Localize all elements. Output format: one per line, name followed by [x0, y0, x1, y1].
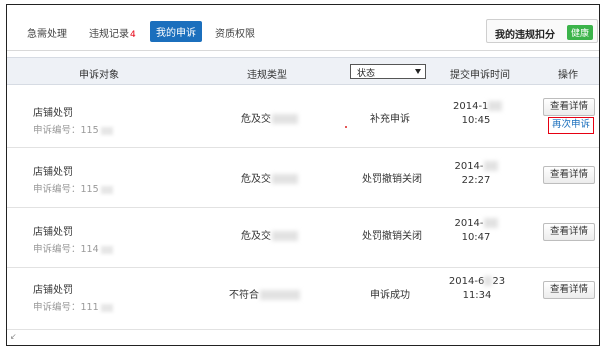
- reappeal-button[interactable]: 再次申诉: [548, 117, 594, 134]
- chevron-down-icon: [415, 69, 421, 74]
- header-object: 申诉对象: [79, 70, 119, 81]
- submit-clock: 22:27: [461, 175, 491, 186]
- violation-type-text: 危及交: [241, 231, 271, 242]
- appeal-number-text: 申诉编号：115: [33, 125, 99, 136]
- appeal-object: 店铺处罚 申诉编号：115: [33, 104, 113, 136]
- violation-type: 危及交: [241, 170, 298, 185]
- blurred-redaction: [488, 101, 503, 111]
- view-details-button[interactable]: 查看详情: [543, 166, 595, 184]
- appeal-number: 申诉编号：115: [33, 122, 113, 136]
- appeal-number: 申诉编号：114: [33, 241, 113, 255]
- blurred-redaction: [483, 161, 498, 171]
- header-time: 提交申诉时间: [450, 70, 510, 81]
- submit-time: 2014-6 23 11:34: [448, 276, 506, 301]
- violation-type: 不符合: [229, 286, 300, 301]
- blurred-redaction: [100, 126, 113, 135]
- appeal-object-title: 店铺处罚: [33, 285, 73, 296]
- appeal-object-title: 店铺处罚: [33, 167, 73, 178]
- blurred-redaction: [260, 290, 300, 300]
- blurred-redaction: [272, 114, 298, 124]
- appeal-object-title: 店铺处罚: [33, 108, 73, 119]
- submit-date: 2014-6 23: [448, 276, 506, 287]
- table-row: 店铺处罚 申诉编号：114 危及交 处罚撤销关闭 2014- 10:47 查看详…: [7, 208, 599, 268]
- appeal-object: 店铺处罚 申诉编号：111: [33, 281, 113, 313]
- status-filter-select[interactable]: 状态: [350, 64, 426, 79]
- appeal-status: 补充申诉: [370, 114, 410, 125]
- submit-date: 2014-: [453, 161, 499, 172]
- stray-dot: [345, 126, 347, 128]
- window-frame: 急需处理 违规记录4 我的申诉 资质权限 我的违规扣分 健康 申诉对象 违规类型…: [6, 4, 600, 346]
- blurred-redaction: [272, 231, 298, 241]
- appeal-number: 申诉编号：115: [33, 181, 113, 195]
- header-type: 违规类型: [247, 70, 287, 81]
- table-row: 店铺处罚 申诉编号：115 危及交 处罚撤销关闭 2014- 22:27 查看详…: [7, 148, 599, 208]
- blurred-redaction: [100, 303, 113, 312]
- status-filter-value: 状态: [357, 69, 376, 79]
- blurred-redaction: [483, 218, 498, 228]
- blurred-redaction: [100, 245, 113, 254]
- appeal-status: 处罚撤销关闭: [362, 231, 422, 242]
- submit-clock: 10:45: [461, 115, 491, 126]
- violation-type: 危及交: [241, 227, 298, 242]
- appeal-object: 店铺处罚 申诉编号：115: [33, 163, 113, 195]
- submit-date-text: 2014-: [454, 218, 484, 229]
- submit-time: 2014- 22:27: [453, 161, 499, 186]
- submit-clock: 10:47: [461, 232, 491, 243]
- tab-bar: 急需处理 违规记录4 我的申诉 资质权限 我的违规扣分 健康: [7, 5, 599, 51]
- corner-tick-mark: ↙: [10, 332, 17, 341]
- violation-type-text: 不符合: [229, 290, 259, 301]
- violation-score-box[interactable]: 我的违规扣分 健康: [486, 19, 598, 43]
- submit-time: 2014-1 10:45: [453, 101, 503, 126]
- tab-violation-records[interactable]: 违规记录4: [89, 25, 136, 40]
- view-details-button[interactable]: 查看详情: [543, 98, 595, 116]
- submit-date: 2014-1: [453, 101, 503, 112]
- table-row: 店铺处罚 申诉编号：115 危及交 补充申诉 2014-1 10:45 查看详情…: [7, 86, 599, 148]
- table-header: 申诉对象 违规类型 状态 提交申诉时间 操作: [7, 57, 599, 85]
- submit-date-text: 2014-: [454, 161, 484, 172]
- tab-qualifications[interactable]: 资质权限: [215, 25, 255, 40]
- appeal-number-text: 申诉编号：114: [33, 244, 99, 255]
- blurred-redaction: [100, 185, 113, 194]
- appeal-object: 店铺处罚 申诉编号：114: [33, 223, 113, 255]
- tab-violation-records-label: 违规记录: [89, 29, 129, 40]
- submit-date-text: 2014-1: [453, 101, 489, 112]
- appeal-number: 申诉编号：111: [33, 299, 113, 313]
- health-badge: 健康: [567, 25, 594, 40]
- tab-urgent[interactable]: 急需处理: [27, 25, 67, 40]
- appeal-object-title: 店铺处罚: [33, 227, 73, 238]
- violation-count-badge: 4: [130, 30, 136, 40]
- appeal-number-text: 申诉编号：115: [33, 184, 99, 195]
- blurred-redaction: [272, 174, 298, 184]
- submit-clock: 11:34: [462, 290, 492, 301]
- blurred-redaction: [484, 276, 493, 286]
- appeal-number-text: 申诉编号：111: [33, 302, 99, 313]
- submit-date-suffix: 23: [492, 276, 506, 287]
- table-row: 店铺处罚 申诉编号：111 不符合 申诉成功 2014-6 23 11:34 查看…: [7, 268, 599, 330]
- appeal-status: 申诉成功: [370, 290, 410, 301]
- submit-time: 2014- 10:47: [453, 218, 499, 243]
- view-details-button[interactable]: 查看详情: [543, 281, 595, 299]
- appeal-status: 处罚撤销关闭: [362, 174, 422, 185]
- view-details-button[interactable]: 查看详情: [543, 223, 595, 241]
- header-action: 操作: [558, 70, 578, 81]
- violation-type-text: 危及交: [241, 174, 271, 185]
- tab-my-appeals[interactable]: 我的申诉: [150, 21, 202, 42]
- submit-date-text: 2014-6: [448, 276, 485, 287]
- violation-type: 危及交: [241, 110, 298, 125]
- submit-date: 2014-: [453, 218, 499, 229]
- violation-score-label: 我的违规扣分: [495, 30, 555, 41]
- violation-type-text: 危及交: [241, 114, 271, 125]
